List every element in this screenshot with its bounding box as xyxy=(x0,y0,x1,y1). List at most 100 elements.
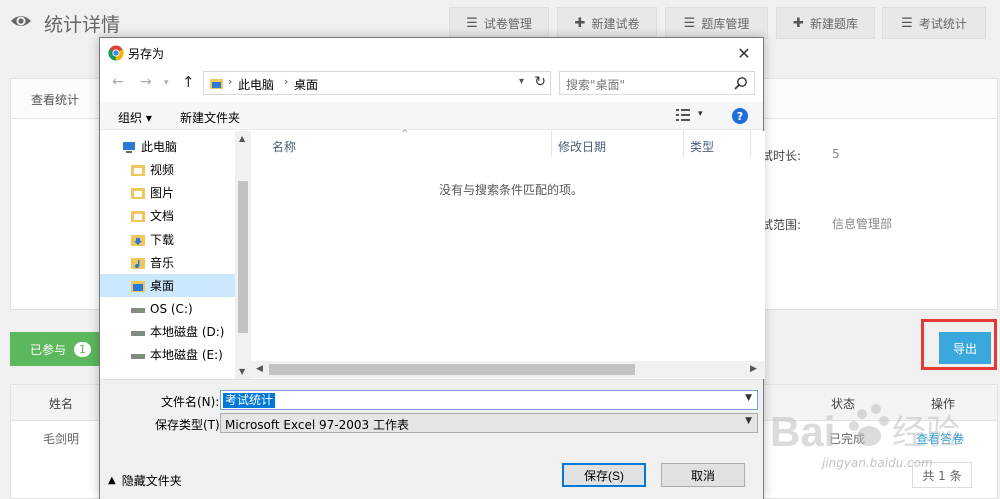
scroll-down-arrow-icon[interactable]: ▼ xyxy=(239,367,245,376)
navigation-pane: 此电脑视频图片文档下载音乐桌面 OS (C:) 本地磁盘 (D:) 本地磁盘 (E:)… xyxy=(100,131,251,379)
sidebar-item-4[interactable]: 下载 xyxy=(100,228,235,251)
up-arrow-icon[interactable]: ↑ xyxy=(182,73,195,91)
chevron-up-icon: ▲ xyxy=(108,475,116,486)
filename-label: 文件名(N): xyxy=(161,395,220,409)
export-button[interactable]: 导出 xyxy=(939,332,991,364)
address-dropdown-icon[interactable]: ▾ xyxy=(519,76,524,87)
file-horizontal-scrollbar[interactable]: ◀ ▶ xyxy=(251,361,765,378)
exam-statistics-button[interactable]: ☰ 考试统计 xyxy=(882,7,986,39)
new-folder-button[interactable]: 新建文件夹 xyxy=(180,109,240,126)
sidebar-item-label: 桌面 xyxy=(150,279,175,293)
column-action-header: 操作 xyxy=(931,397,956,411)
sidebar-item-7[interactable]: OS (C:) xyxy=(100,297,235,320)
breadcrumb-desktop[interactable]: 桌面 xyxy=(294,76,318,93)
empty-results-message: 没有与搜索条件匹配的项。 xyxy=(439,183,584,197)
view-answer-link[interactable]: 查看答卷 xyxy=(916,430,964,447)
joined-tab[interactable]: 已参与 1 xyxy=(10,332,100,366)
eye-icon xyxy=(11,16,31,26)
pictures-folder-icon xyxy=(131,187,145,199)
sidebar-item-label: 文档 xyxy=(150,209,175,223)
list-icon: ☰ xyxy=(466,15,478,31)
drive-icon xyxy=(131,307,145,313)
view-dropdown-icon[interactable]: ▾ xyxy=(698,109,703,119)
page-title: 统计详情 xyxy=(44,14,121,36)
duration-value: 5 xyxy=(832,147,840,161)
participant-status: 已完成 xyxy=(829,432,866,446)
recent-locations-chevron-icon[interactable]: ▾ xyxy=(164,78,169,88)
filename-input[interactable]: 考试统计 ▼ xyxy=(220,390,758,410)
sidebar-item-label: OS (C:) xyxy=(150,301,193,316)
sidebar-item-label: 音乐 xyxy=(150,256,175,270)
filetype-value: Microsoft Excel 97-2003 工作表 xyxy=(225,418,409,432)
filename-value: 考试统计 xyxy=(223,393,276,408)
sidebar-item-5[interactable]: 音乐 xyxy=(100,251,235,274)
view-options-icon[interactable] xyxy=(676,109,690,122)
back-arrow-icon[interactable]: ← xyxy=(112,74,124,90)
downloads-folder-icon xyxy=(131,234,145,246)
scroll-right-arrow-icon[interactable]: ▶ xyxy=(750,364,757,374)
drive-icon xyxy=(131,330,145,336)
scroll-left-arrow-icon[interactable]: ◀ xyxy=(256,364,263,374)
computer-icon xyxy=(123,141,135,153)
file-list-pane: ^ 名称 修改日期 类型 没有与搜索条件匹配的项。 ◀ ▶ xyxy=(251,129,765,379)
sidebar-item-2[interactable]: 图片 xyxy=(100,181,235,204)
music-folder-icon xyxy=(131,257,145,269)
filename-dropdown-icon[interactable]: ▼ xyxy=(745,393,752,403)
forward-arrow-icon[interactable]: → xyxy=(140,74,152,90)
sidebar-item-label: 图片 xyxy=(150,186,175,200)
sidebar-item-label: 下载 xyxy=(150,233,175,247)
joined-count-badge: 1 xyxy=(74,341,92,357)
address-bar[interactable]: › 此电脑 › 桌面 ▾ ↻ xyxy=(203,71,551,95)
cancel-button[interactable]: 取消 xyxy=(661,463,745,487)
desktop-folder-icon xyxy=(131,280,145,292)
exam-paper-manage-button[interactable]: ☰ 试卷管理 xyxy=(449,7,549,39)
desktop-folder-icon xyxy=(210,79,223,89)
scroll-thumb[interactable] xyxy=(238,181,248,333)
breadcrumb-separator-icon: › xyxy=(284,75,289,88)
sidebar-item-8[interactable]: 本地磁盘 (D:) xyxy=(100,320,235,343)
sidebar-item-label: 此电脑 xyxy=(141,140,178,154)
sidebar-item-3[interactable]: 文档 xyxy=(100,204,235,227)
drive-icon xyxy=(131,353,145,359)
help-icon[interactable]: ? xyxy=(732,108,748,124)
panel-heading: 查看统计 xyxy=(31,93,80,107)
column-divider xyxy=(750,131,751,157)
filetype-select[interactable]: Microsoft Excel 97-2003 工作表 ▼ xyxy=(220,413,758,433)
list-icon: ☰ xyxy=(683,15,696,31)
close-icon[interactable]: ✕ xyxy=(733,42,755,64)
sidebar-item-1[interactable]: 视频 xyxy=(100,158,235,181)
save-button[interactable]: 保存(S) xyxy=(562,463,646,487)
video-folder-icon xyxy=(131,164,145,176)
chrome-icon xyxy=(108,45,124,61)
column-divider xyxy=(683,131,684,157)
breadcrumb-separator-icon: › xyxy=(228,75,233,88)
dialog-toolbar: 组织 ▾ 新建文件夹 ▾ ? xyxy=(100,102,763,130)
plus-icon: ✚ xyxy=(574,15,586,31)
sidebar-item-label: 视频 xyxy=(150,163,175,177)
participant-name: 毛剑明 xyxy=(43,432,80,446)
sidebar-item-9[interactable]: 本地磁盘 (E:) xyxy=(100,343,235,366)
new-question-bank-button[interactable]: ✚ 新建题库 xyxy=(776,7,875,39)
dialog-titlebar: 另存为 ✕ xyxy=(100,38,763,68)
hide-folders-toggle[interactable]: ▲ 隐藏文件夹 xyxy=(108,472,182,489)
breadcrumb-this-pc[interactable]: 此电脑 xyxy=(238,76,274,93)
column-date-modified[interactable]: 修改日期 xyxy=(558,131,606,157)
column-divider xyxy=(551,131,552,157)
filetype-dropdown-icon[interactable]: ▼ xyxy=(745,416,752,426)
scroll-up-arrow-icon[interactable]: ▲ xyxy=(239,134,245,143)
sidebar-item-label: 本地磁盘 (E:) xyxy=(150,348,223,362)
documents-folder-icon xyxy=(131,210,145,222)
column-name[interactable]: 名称 xyxy=(272,131,296,157)
sidebar-item-6[interactable]: 桌面 xyxy=(100,274,235,297)
new-exam-paper-button[interactable]: ✚ 新建试卷 xyxy=(557,7,657,39)
column-status-header: 状态 xyxy=(831,397,856,411)
question-bank-manage-button[interactable]: ☰ 题库管理 xyxy=(665,7,768,39)
organize-menu[interactable]: 组织 ▾ xyxy=(118,109,152,126)
scroll-thumb[interactable] xyxy=(269,364,635,375)
search-input[interactable]: 搜索"桌面" xyxy=(559,71,755,95)
refresh-icon[interactable]: ↻ xyxy=(534,74,546,90)
column-type[interactable]: 类型 xyxy=(690,131,714,157)
nav-vertical-scrollbar[interactable]: ▲ ▼ xyxy=(235,131,251,379)
sidebar-item-0[interactable]: 此电脑 xyxy=(100,135,235,158)
save-as-dialog: 另存为 ✕ ← → ▾ ↑ › 此电脑 › 桌面 ▾ ↻ 搜索"桌面" 组织 ▾… xyxy=(99,37,765,499)
